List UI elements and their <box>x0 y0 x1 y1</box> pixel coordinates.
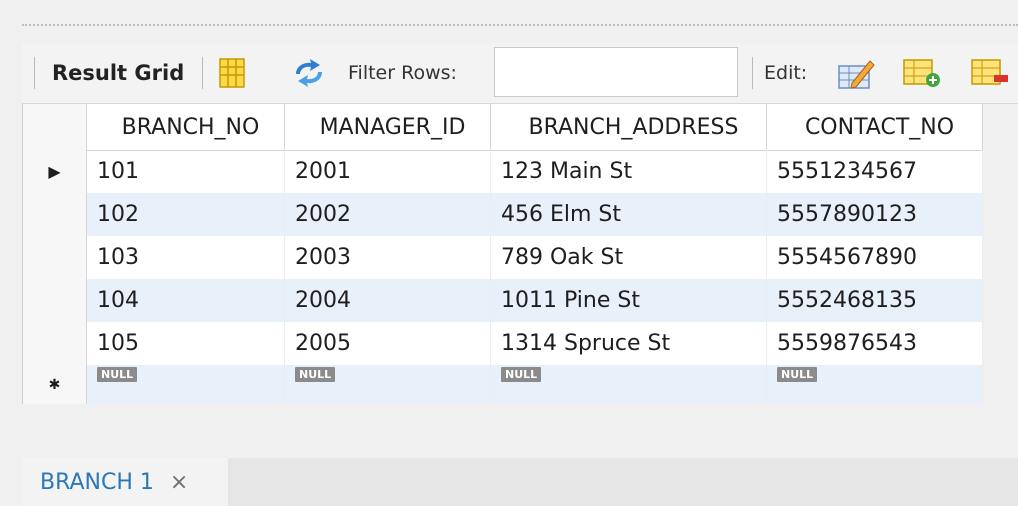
current-row-marker-icon[interactable]: ▶ <box>23 150 87 193</box>
toolbar-divider <box>34 57 35 89</box>
table-row[interactable]: 104 2004 1011 Pine St 5552468135 <box>23 279 983 322</box>
column-header-manager-id[interactable]: MANAGER_ID <box>285 104 491 150</box>
cell-branch-no[interactable]: 101 <box>87 150 285 193</box>
filter-rows-input[interactable] <box>494 47 738 97</box>
grid-layout-icon[interactable] <box>218 43 246 103</box>
table-row[interactable]: 102 2002 456 Elm St 5557890123 <box>23 193 983 236</box>
null-badge: NULL <box>777 367 818 382</box>
close-icon[interactable]: × <box>170 470 188 495</box>
new-row[interactable]: ✱ NULL NULL NULL NULL <box>23 365 983 404</box>
cell-manager-id[interactable]: 2002 <box>285 193 491 236</box>
null-cell[interactable]: NULL <box>491 365 767 404</box>
null-cell[interactable]: NULL <box>285 365 491 404</box>
cell-branch-address[interactable]: 123 Main St <box>491 150 767 193</box>
result-toolbar: Result Grid Filter Rows: Edit: <box>22 43 1018 104</box>
top-dotted-border <box>22 24 1018 30</box>
cell-branch-no[interactable]: 102 <box>87 193 285 236</box>
cell-manager-id[interactable]: 2003 <box>285 236 491 279</box>
toolbar-divider <box>752 57 753 89</box>
cell-branch-address[interactable]: 1314 Spruce St <box>491 322 767 365</box>
edit-pencil-icon[interactable] <box>836 43 876 103</box>
new-row-marker-icon[interactable]: ✱ <box>23 365 87 404</box>
grid-header-row: BRANCH_NO MANAGER_ID BRANCH_ADDRESS CONT… <box>23 104 983 151</box>
result-tabs: BRANCH 1 × <box>22 458 1018 506</box>
row-selector[interactable] <box>23 193 87 236</box>
table-row[interactable]: ▶ 101 2001 123 Main St 5551234567 <box>23 150 983 193</box>
delete-row-icon[interactable] <box>970 43 1010 103</box>
toolbar-divider <box>202 57 203 89</box>
cell-manager-id[interactable]: 2001 <box>285 150 491 193</box>
table-row[interactable]: 105 2005 1314 Spruce St 5559876543 <box>23 322 983 365</box>
null-cell[interactable]: NULL <box>767 365 983 404</box>
cell-branch-address[interactable]: 789 Oak St <box>491 236 767 279</box>
column-header-contact-no[interactable]: CONTACT_NO <box>767 104 983 150</box>
cell-branch-no[interactable]: 105 <box>87 322 285 365</box>
row-selector[interactable] <box>23 236 87 279</box>
cell-manager-id[interactable]: 2004 <box>285 279 491 322</box>
row-selector[interactable] <box>23 322 87 365</box>
row-selector[interactable] <box>23 279 87 322</box>
null-badge: NULL <box>501 367 542 382</box>
cell-branch-no[interactable]: 104 <box>87 279 285 322</box>
null-badge: NULL <box>295 367 336 382</box>
cell-contact-no[interactable]: 5559876543 <box>767 322 983 365</box>
cell-contact-no[interactable]: 5551234567 <box>767 150 983 193</box>
column-header-branch-address[interactable]: BRANCH_ADDRESS <box>491 104 767 150</box>
cell-manager-id[interactable]: 2005 <box>285 322 491 365</box>
null-badge: NULL <box>97 367 138 382</box>
cell-contact-no[interactable]: 5552468135 <box>767 279 983 322</box>
table-row[interactable]: 103 2003 789 Oak St 5554567890 <box>23 236 983 279</box>
row-selector-header[interactable] <box>23 104 87 150</box>
result-grid: BRANCH_NO MANAGER_ID BRANCH_ADDRESS CONT… <box>22 104 983 404</box>
result-grid-label[interactable]: Result Grid <box>52 43 184 103</box>
tab-label[interactable]: BRANCH 1 <box>40 470 154 495</box>
refresh-icon[interactable] <box>290 43 328 103</box>
cell-branch-no[interactable]: 103 <box>87 236 285 279</box>
cell-contact-no[interactable]: 5554567890 <box>767 236 983 279</box>
tab-branch-1[interactable]: BRANCH 1 × <box>22 458 228 506</box>
cell-branch-address[interactable]: 1011 Pine St <box>491 279 767 322</box>
cell-branch-address[interactable]: 456 Elm St <box>491 193 767 236</box>
column-header-branch-no[interactable]: BRANCH_NO <box>87 104 285 150</box>
add-row-icon[interactable] <box>902 43 942 103</box>
null-cell[interactable]: NULL <box>87 365 285 404</box>
edit-label: Edit: <box>764 62 808 84</box>
filter-rows-label: Filter Rows: <box>348 62 457 84</box>
cell-contact-no[interactable]: 5557890123 <box>767 193 983 236</box>
